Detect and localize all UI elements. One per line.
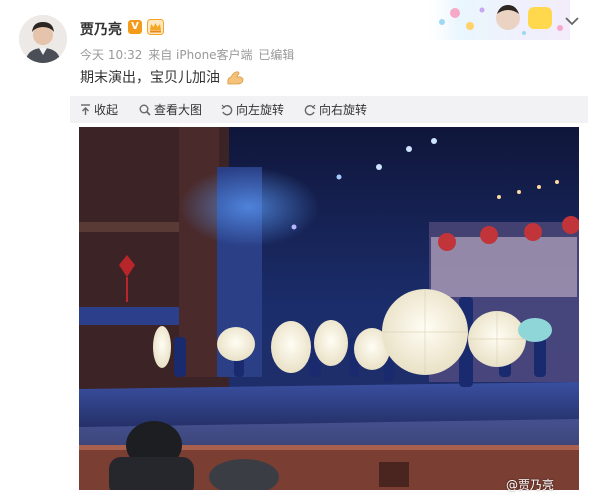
vip-banner-decoration [420, 0, 570, 40]
author-name[interactable]: 贾乃亮 [80, 19, 122, 39]
stage-performance-image [79, 127, 579, 490]
rotate-right-button[interactable]: 向右旋转 [304, 101, 367, 118]
avatar-image [19, 15, 67, 63]
avatar[interactable] [19, 15, 67, 63]
post-meta: 今天 10:32 来自 iPhone客户端 已编辑 [80, 46, 296, 63]
rotate-left-label: 向左旋转 [236, 103, 285, 117]
verified-v-icon: V [128, 20, 142, 34]
post-text: 期末演出，宝贝儿加油 [80, 67, 244, 87]
rotate-left-button[interactable]: 向左旋转 [221, 101, 284, 118]
collapse-icon [81, 103, 90, 115]
rotate-left-icon [221, 104, 233, 115]
view-large-label: 查看大图 [154, 103, 203, 117]
flexed-biceps-icon [227, 71, 244, 85]
image-toolbar: 收起 查看大图 向左旋转 向右旋转 [70, 96, 588, 123]
post-time[interactable]: 今天 10:32 [80, 48, 142, 62]
post-photo[interactable] [79, 127, 579, 490]
image-watermark: @贾乃亮 [506, 476, 554, 493]
watermark-text: @贾乃亮 [506, 478, 555, 492]
collapse-label: 收起 [94, 103, 119, 117]
view-large-button[interactable]: 查看大图 [139, 101, 202, 118]
chevron-down-icon[interactable] [565, 16, 579, 26]
post-source: 来自 iPhone客户端 [148, 48, 253, 62]
rotate-right-icon [304, 104, 316, 115]
rotate-right-label: 向右旋转 [319, 103, 368, 117]
collapse-button[interactable]: 收起 [80, 101, 118, 118]
post-edited[interactable]: 已编辑 [258, 48, 294, 62]
crown-icon[interactable] [147, 19, 164, 35]
search-icon [139, 104, 151, 116]
post-text-content: 期末演出，宝贝儿加油 [80, 70, 220, 86]
